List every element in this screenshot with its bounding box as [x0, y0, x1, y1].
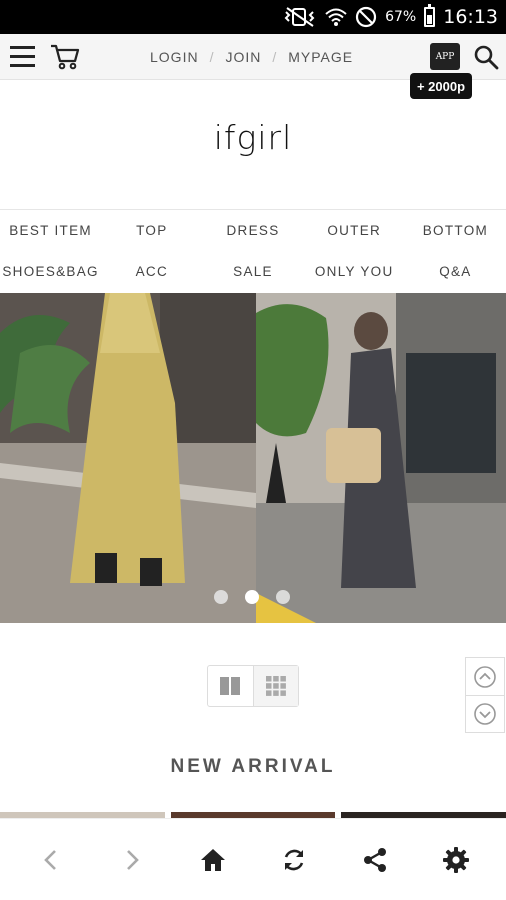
site-logo[interactable]: ifgirl: [0, 118, 506, 157]
banner-dot-2[interactable]: [245, 590, 259, 604]
category-sale[interactable]: SALE: [202, 264, 303, 279]
scroll-buttons: [465, 657, 505, 733]
category-outer[interactable]: OUTER: [304, 223, 405, 238]
share-icon: [363, 847, 386, 872]
category-best-item[interactable]: BEST ITEM: [0, 223, 101, 238]
category-dress[interactable]: DRESS: [202, 223, 303, 238]
banner-dot-1[interactable]: [214, 590, 228, 604]
category-row: SHOES&BAG ACC SALE ONLY YOU Q&A: [0, 251, 506, 292]
app-download-icon[interactable]: APP: [430, 43, 460, 70]
category-acc[interactable]: ACC: [101, 264, 202, 279]
chevron-up-circle-icon: [474, 665, 496, 688]
chevron-left-icon: [43, 849, 56, 870]
status-icons: 67% 16:13: [283, 0, 498, 34]
app-points-badge[interactable]: + 2000p: [410, 73, 472, 99]
two-column-icon: [220, 677, 241, 695]
back-button[interactable]: [26, 835, 76, 885]
separator: /: [209, 49, 215, 65]
cart-icon[interactable]: [50, 43, 80, 71]
home-icon: [200, 848, 225, 871]
clock: 16:13: [443, 6, 498, 28]
category-top[interactable]: TOP: [101, 223, 202, 238]
category-only-you[interactable]: ONLY YOU: [304, 264, 405, 279]
refresh-icon: [284, 849, 303, 870]
scroll-bottom-button[interactable]: [466, 695, 504, 732]
banner-photo-yellow-gingham-dress[interactable]: [0, 293, 256, 623]
category-nav: BEST ITEM TOP DRESS OUTER BOTTOM SHOES&B…: [0, 209, 506, 292]
login-link[interactable]: LOGIN: [150, 49, 199, 65]
share-button[interactable]: [350, 835, 400, 885]
category-row: BEST ITEM TOP DRESS OUTER BOTTOM: [0, 210, 506, 251]
mypage-link[interactable]: MYPAGE: [288, 49, 353, 65]
chevron-down-circle-icon: [474, 703, 496, 725]
two-column-view-button[interactable]: [208, 666, 253, 706]
three-column-view-button[interactable]: [252, 666, 298, 706]
banner-slider[interactable]: [0, 293, 506, 623]
join-link[interactable]: JOIN: [225, 49, 261, 65]
category-bottom[interactable]: BOTTOM: [405, 223, 506, 238]
chevron-right-icon: [126, 849, 139, 870]
category-qna[interactable]: Q&A: [405, 264, 506, 279]
vibrate-muted-icon: [284, 7, 315, 27]
separator: /: [272, 49, 278, 65]
battery-percent: 67%: [385, 9, 417, 25]
wifi-icon: [325, 8, 347, 26]
category-shoes-bag[interactable]: SHOES&BAG: [0, 264, 101, 279]
forward-button[interactable]: [107, 835, 157, 885]
banner-dot-3[interactable]: [276, 590, 290, 604]
refresh-button[interactable]: [269, 835, 319, 885]
status-bar: 67% 16:13: [0, 0, 506, 34]
browser-bottom-nav: [0, 818, 506, 900]
three-column-icon: [265, 676, 286, 696]
gear-icon: [442, 846, 469, 873]
settings-button[interactable]: [431, 835, 481, 885]
grid-view-toggle: [207, 665, 299, 707]
section-title: NEW ARRIVAL: [170, 756, 336, 777]
banner-photo-gingham-maxi-dress[interactable]: [256, 293, 506, 623]
battery-icon: [424, 4, 436, 27]
search-icon[interactable]: [473, 44, 499, 70]
do-not-disturb-icon: [356, 6, 377, 28]
scroll-top-button[interactable]: [466, 658, 504, 695]
hamburger-icon[interactable]: [10, 46, 35, 68]
banner-pagination: [214, 590, 290, 604]
home-button[interactable]: [188, 835, 238, 885]
account-links: LOGIN / JOIN / MYPAGE: [150, 34, 353, 80]
